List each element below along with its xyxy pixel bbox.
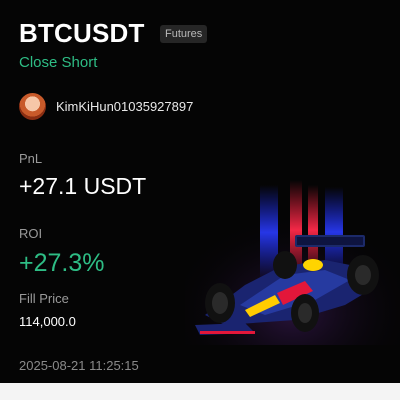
roi-label: ROI xyxy=(19,226,43,241)
fill-price-label: Fill Price xyxy=(19,291,69,306)
symbol-title: BTCUSDT xyxy=(19,18,145,48)
timestamp: 2025-08-21 11:25:15 xyxy=(19,358,139,373)
pnl-share-card: BTCUSDT Futures Close Short KimKiHun0103… xyxy=(0,0,400,400)
username: KimKiHun01035927897 xyxy=(56,99,194,114)
futures-badge: Futures xyxy=(160,25,208,43)
pnl-value: +27.1 USDT xyxy=(19,173,147,199)
footer-bar xyxy=(0,383,400,400)
fill-price-value: 114,000.0 xyxy=(19,314,76,329)
avatar xyxy=(19,93,46,120)
position-side: Close Short xyxy=(19,54,98,71)
race-car-illustration xyxy=(185,175,400,345)
pnl-label: PnL xyxy=(19,151,43,166)
roi-value: +27.3% xyxy=(19,249,105,277)
